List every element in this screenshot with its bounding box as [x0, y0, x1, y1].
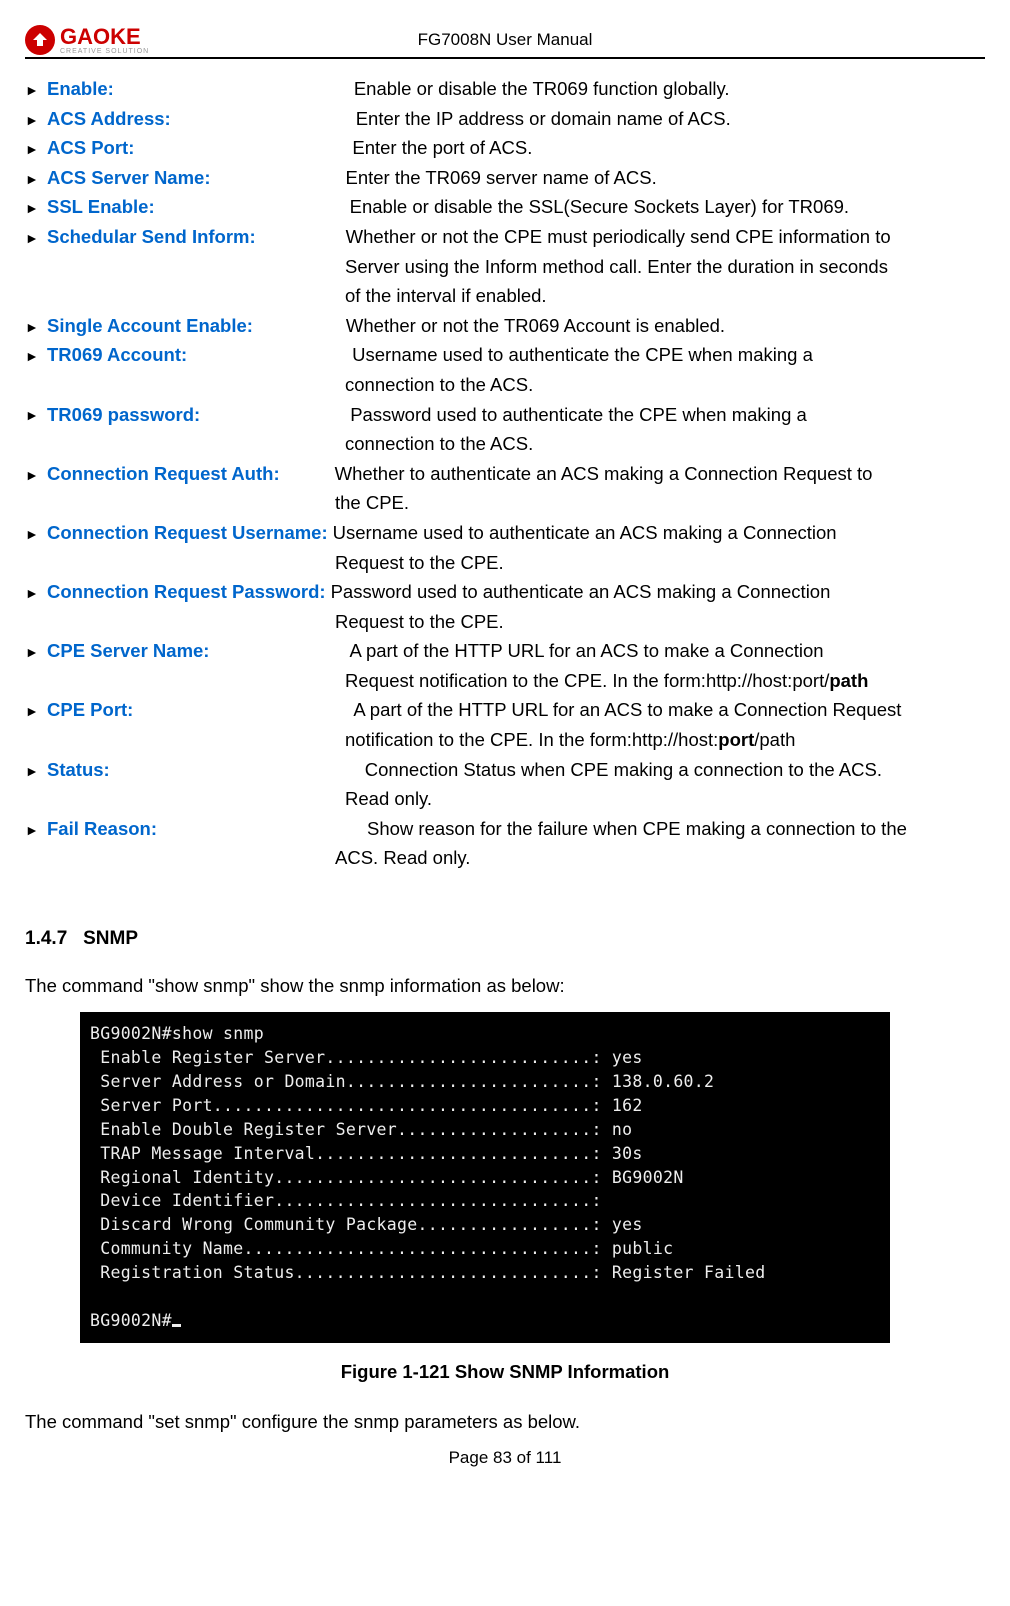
definition-label: ACS Server Name: — [47, 167, 211, 188]
brand-tagline: CREATIVE SOLUTION — [60, 48, 149, 55]
arrow-icon: ► — [25, 227, 39, 249]
definition-desc: A part of the HTTP URL for an ACS to mak… — [353, 699, 901, 720]
definition-label: ACS Address: — [47, 108, 171, 129]
terminal-output: BG9002N#show snmp Enable Register Server… — [80, 1012, 890, 1343]
definition-desc: Whether or not the TR069 Account is enab… — [346, 315, 725, 336]
arrow-icon: ► — [25, 345, 39, 367]
definition-row: ► ACS Port: Enter the port of ACS. — [25, 133, 985, 163]
definition-list: ► Enable: Enable or disable the TR069 fun… — [25, 74, 985, 873]
arrow-icon: ► — [25, 404, 39, 426]
definition-desc: A part of the HTTP URL for an ACS to mak… — [349, 640, 823, 661]
definition-label: Enable: — [47, 78, 114, 99]
definition-label: CPE Server Name: — [47, 640, 209, 661]
definition-label: Status: — [47, 759, 110, 780]
definition-row: ► SSL Enable: Enable or disable the SSL(S… — [25, 192, 985, 222]
definition-row: ► Fail Reason: Show reason for the failur… — [25, 814, 985, 873]
definition-continuation: notification to the CPE. In the form:htt… — [25, 725, 985, 755]
definition-continuation: Request notification to the CPE. In the … — [25, 666, 985, 696]
definition-label: TR069 password: — [47, 404, 200, 425]
section-title: SNMP — [83, 928, 138, 949]
arrow-icon: ► — [25, 168, 39, 190]
definition-label: CPE Port: — [47, 699, 133, 720]
definition-row: ► Connection Request Username:Username u… — [25, 518, 985, 577]
definition-row: ► ACS Address: Enter the IP address or do… — [25, 104, 985, 134]
definition-continuation: Server using the Inform method call. Ent… — [25, 252, 985, 282]
definition-label: Connection Request Auth: — [47, 463, 280, 484]
definition-desc: Enable or disable the TR069 function glo… — [354, 78, 730, 99]
page-footer: Page 83 of 111 — [25, 1448, 985, 1468]
definition-label: SSL Enable: — [47, 196, 155, 217]
definition-row: ► ACS Server Name: Enter the TR069 server… — [25, 163, 985, 193]
arrow-icon: ► — [25, 700, 39, 722]
figure-caption: Figure 1-121 Show SNMP Information — [25, 1361, 985, 1383]
definition-continuation: Read only. — [25, 784, 985, 814]
definition-desc: Username used to authenticate an ACS mak… — [333, 522, 837, 543]
arrow-icon: ► — [25, 641, 39, 663]
arrow-icon: ► — [25, 109, 39, 131]
definition-label: ACS Port: — [47, 137, 134, 158]
brand-name: GAOKE — [60, 26, 149, 48]
brand-logo: GAOKE CREATIVE SOLUTION — [25, 25, 149, 55]
page-header: GAOKE CREATIVE SOLUTION FG7008N User Man… — [25, 25, 985, 59]
definition-label: TR069 Account: — [47, 344, 187, 365]
definition-label: Connection Request Username: — [47, 522, 328, 543]
arrow-icon: ► — [25, 819, 39, 841]
definition-row: ► Status: Connection Status when CPE maki… — [25, 755, 985, 814]
definition-row: ► TR069 Account: Username used to authent… — [25, 340, 985, 399]
arrow-icon: ► — [25, 582, 39, 604]
definition-desc: Enter the port of ACS. — [352, 137, 532, 158]
brand-logo-icon — [25, 25, 55, 55]
definition-desc: Enter the TR069 server name of ACS. — [346, 167, 657, 188]
definition-row: ► CPE Server Name: A part of the HTTP URL… — [25, 636, 985, 695]
page-title: FG7008N User Manual — [418, 30, 593, 50]
definition-continuation: connection to the ACS. — [25, 429, 985, 459]
definition-desc: Whether to authenticate an ACS making a … — [335, 463, 873, 484]
section-heading: 1.4.7 SNMP — [25, 928, 985, 950]
definition-row: ► Connection Request Auth: Whether to aut… — [25, 459, 985, 518]
definition-label: Schedular Send Inform: — [47, 226, 256, 247]
arrow-icon: ► — [25, 197, 39, 219]
section-intro: The command "show snmp" show the snmp in… — [25, 975, 985, 997]
definition-label: Single Account Enable: — [47, 315, 253, 336]
definition-label: Connection Request Password: — [47, 581, 326, 602]
terminal-cursor — [172, 1324, 181, 1327]
definition-continuation: Request to the CPE. — [25, 548, 985, 578]
definition-desc: Show reason for the failure when CPE mak… — [367, 818, 907, 839]
section-number: 1.4.7 — [25, 928, 67, 949]
definition-desc: Connection Status when CPE making a conn… — [365, 759, 882, 780]
definition-desc: Password used to authenticate an ACS mak… — [331, 581, 831, 602]
arrow-icon: ► — [25, 316, 39, 338]
definition-row: ► TR069 password: Password used to authen… — [25, 400, 985, 459]
arrow-icon: ► — [25, 464, 39, 486]
definition-row: ► CPE Port: A part of the HTTP URL for an… — [25, 695, 985, 754]
definition-desc: Password used to authenticate the CPE wh… — [350, 404, 807, 425]
definition-continuation: connection to the ACS. — [25, 370, 985, 400]
definition-continuation: ACS. Read only. — [25, 843, 985, 873]
definition-row: ► Single Account Enable: Whether or not t… — [25, 311, 985, 341]
arrow-icon: ► — [25, 760, 39, 782]
definition-row: ► Connection Request Password:Password u… — [25, 577, 985, 636]
definition-desc: Enter the IP address or domain name of A… — [356, 108, 731, 129]
definition-continuation: the CPE. — [25, 488, 985, 518]
definition-row: ► Enable: Enable or disable the TR069 fun… — [25, 74, 985, 104]
arrow-icon: ► — [25, 79, 39, 101]
definition-desc: Whether or not the CPE must periodically… — [346, 226, 891, 247]
definition-continuation: Request to the CPE. — [25, 607, 985, 637]
arrow-icon: ► — [25, 138, 39, 160]
definition-row: ► Schedular Send Inform: Whether or not t… — [25, 222, 985, 311]
section-outro: The command "set snmp" configure the snm… — [25, 1411, 985, 1433]
definition-desc: Username used to authenticate the CPE wh… — [352, 344, 813, 365]
definition-desc: Enable or disable the SSL(Secure Sockets… — [350, 196, 849, 217]
arrow-icon: ► — [25, 523, 39, 545]
definition-label: Fail Reason: — [47, 818, 157, 839]
definition-continuation: of the interval if enabled. — [25, 281, 985, 311]
